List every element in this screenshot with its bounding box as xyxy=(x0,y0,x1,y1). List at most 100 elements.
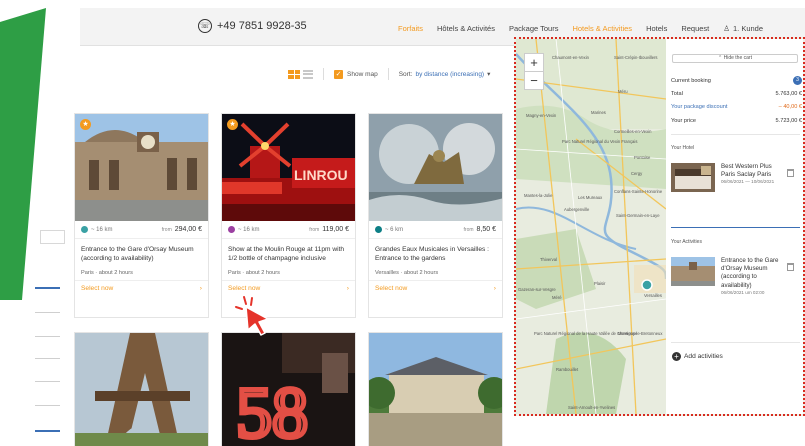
map-label: Plaisir xyxy=(594,281,606,286)
sort-dropdown[interactable]: by distance (increasing) xyxy=(415,71,484,78)
map-and-cart-panel: Chaumont-en-Vexin Saint-Crépin-Ibouville… xyxy=(514,37,805,416)
activity-card[interactable] xyxy=(368,332,503,446)
nav-hotels[interactable]: Hotels xyxy=(646,24,667,33)
select-now-label: Select now xyxy=(375,285,408,292)
card-photo-chateau xyxy=(369,333,502,446)
select-now-button[interactable]: Select now › xyxy=(369,280,502,296)
background-line xyxy=(35,358,60,359)
map-label: Conflans-Sainte-Honorine xyxy=(614,189,663,194)
activity-card[interactable]: LINROU ★ ~ 16 km from 119,00 € Show at th… xyxy=(221,113,356,318)
background-line xyxy=(35,336,60,337)
nav-hotels-activities[interactable]: Hotels & Activities xyxy=(572,24,632,33)
card-location: Paris · about 2 hours xyxy=(81,270,133,276)
background-sidebar xyxy=(0,0,75,446)
hide-cart-button[interactable]: ⌃ Hide the cart xyxy=(672,54,798,63)
select-now-label: Select now xyxy=(228,285,261,292)
hotel-thumbnail xyxy=(671,163,715,192)
map-label: Gazeran-sur-Vesgre xyxy=(518,287,556,292)
background-tab xyxy=(40,230,65,244)
map-label: Saint-Germain-en-Laye xyxy=(616,213,660,218)
card-price: from 8,50 € xyxy=(464,226,496,233)
total-label: Total xyxy=(671,91,683,97)
map-label: Les Mureaux xyxy=(578,195,603,200)
phone-contact[interactable]: ☏ +49 7851 9928-35 xyxy=(198,19,307,33)
category-icon xyxy=(228,226,235,233)
map-label: Saint-Crépin-Ibouvillers xyxy=(614,55,658,60)
show-map-checkbox[interactable]: ✓ xyxy=(334,69,343,79)
map-label: Cergy xyxy=(631,171,643,176)
user-icon: ♙ xyxy=(723,24,730,33)
background-line xyxy=(35,287,60,289)
card-photo-versailles-fountain xyxy=(369,114,502,221)
map-label: Parc Naturel Régional de la Haute Vallée… xyxy=(534,331,638,336)
booking-cart: ⌃ Hide the cart Current booking 3 Total … xyxy=(666,39,803,414)
activities-section-label: Your Activities xyxy=(671,239,702,245)
map-label: Chaumont-en-Vexin xyxy=(552,55,590,60)
card-price: from 294,00 € xyxy=(162,226,202,233)
cart-hotel-item[interactable]: Best Western Plus Paris Saclay Paris 06/… xyxy=(671,163,802,192)
card-title: Show at the Moulin Rouge at 11pm with 1/… xyxy=(228,246,345,262)
price-label: Your price xyxy=(671,118,696,124)
sort-label: Sort: xyxy=(398,70,413,78)
user-name: 1. Kunde xyxy=(733,24,764,33)
activity-card[interactable] xyxy=(74,332,209,446)
total-row: Total 5.763,00 € xyxy=(671,91,802,97)
main-nav: Forfaits Hôtels & Activités Package Tour… xyxy=(398,24,763,33)
map-label: Aubergenville xyxy=(564,207,590,212)
category-icon xyxy=(375,226,382,233)
nav-hotels-activites[interactable]: Hôtels & Activités xyxy=(437,24,495,33)
phone-icon: ☏ xyxy=(198,19,212,33)
total-value: 5.763,00 € xyxy=(775,91,802,97)
price-value: 119,00 € xyxy=(322,226,349,233)
nav-package-tours[interactable]: Package Tours xyxy=(509,24,558,33)
activity-card[interactable]: ~ 6 km from 8,50 € Grandes Eaux Musicales… xyxy=(368,113,503,318)
card-price: from 119,00 € xyxy=(309,226,349,233)
card-location: Paris · about 2 hours xyxy=(228,270,280,276)
activity-card[interactable]: 58 xyxy=(221,332,356,446)
user-menu[interactable]: ♙ 1. Kunde xyxy=(723,24,763,33)
nav-forfaits[interactable]: Forfaits xyxy=(398,24,423,33)
card-meta: ~ 6 km from 8,50 € xyxy=(369,221,502,239)
map-label: Versailles xyxy=(644,293,662,298)
activity-card[interactable]: ★ ~ 16 km from 294,00 € Entrance to the G… xyxy=(74,113,209,318)
map-label: Pontoise xyxy=(634,155,651,160)
select-now-button[interactable]: Select now › xyxy=(75,280,208,296)
map-label: Mantes-la-Jolie xyxy=(524,193,553,198)
map-label: Parc Naturel Régional du Vexin Français xyxy=(562,139,637,144)
select-now-button[interactable]: Select now › xyxy=(222,280,355,296)
map[interactable]: Chaumont-en-Vexin Saint-Crépin-Ibouville… xyxy=(516,39,666,414)
trash-icon[interactable] xyxy=(787,169,794,177)
discount-label[interactable]: Your package discount xyxy=(671,104,727,110)
price-row: Your price 5.723,00 € xyxy=(671,118,802,124)
select-now-label: Select now xyxy=(81,285,114,292)
divider xyxy=(387,68,389,80)
map-label: Méru xyxy=(618,89,628,94)
background-line xyxy=(35,430,60,432)
card-photo-gare-orsay: ★ xyxy=(75,114,208,221)
price-prefix: from xyxy=(309,227,320,233)
card-location: Versailles · about 2 hours xyxy=(375,270,439,276)
cart-count-badge: 3 xyxy=(793,76,802,85)
nav-request[interactable]: Request xyxy=(681,24,709,33)
category-icon xyxy=(81,226,88,233)
chevron-right-icon: › xyxy=(346,285,349,292)
trash-icon[interactable] xyxy=(787,263,794,271)
card-title: Grandes Eaux Musicales in Versailles : E… xyxy=(375,246,489,262)
hide-cart-label: Hide the cart xyxy=(723,55,752,61)
plus-icon: + xyxy=(672,352,681,361)
card-photo-night-sign: 58 xyxy=(222,333,355,446)
activity-name: Entrance to the Gare d'Orsay Museum (acc… xyxy=(721,257,779,289)
card-meta: ~ 16 km from 294,00 € xyxy=(75,221,208,239)
map-label: Magny-en-Vexin xyxy=(526,113,557,118)
zoom-in-button[interactable]: + xyxy=(524,53,544,72)
price-prefix: from xyxy=(161,227,172,233)
zoom-out-button[interactable]: − xyxy=(524,71,544,90)
chevron-right-icon: › xyxy=(199,285,202,292)
list-view-icon[interactable] xyxy=(303,69,313,79)
hotel-section-label: Your Hotel xyxy=(671,145,695,151)
show-map-label: Show map xyxy=(347,70,378,78)
cart-activity-item[interactable]: Entrance to the Gare d'Orsay Museum (acc… xyxy=(671,257,802,296)
phone-number: +49 7851 9928-35 xyxy=(217,20,307,32)
add-activities-button[interactable]: + Add activities xyxy=(672,352,723,361)
grid-view-icon[interactable] xyxy=(288,69,300,79)
